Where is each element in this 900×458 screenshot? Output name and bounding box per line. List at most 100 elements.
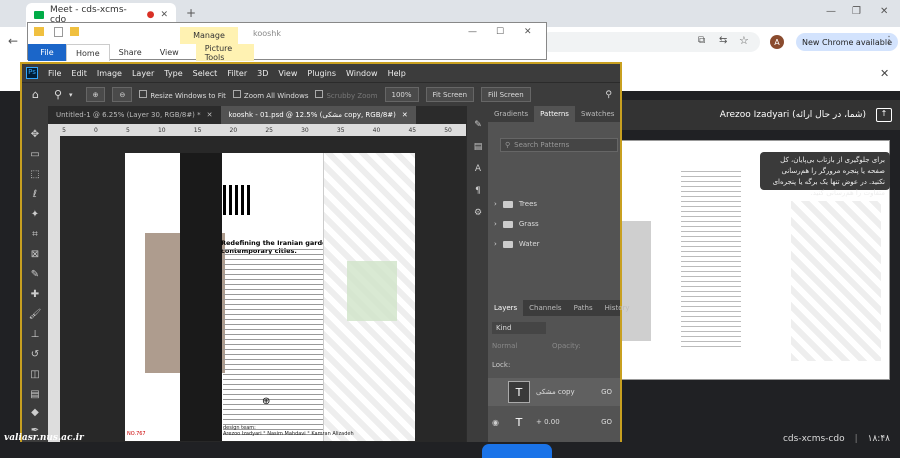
explorer-minimize-icon[interactable]: —	[468, 27, 477, 37]
healing-brush-icon[interactable]: ✚	[27, 288, 43, 302]
character-panel-icon[interactable]: A	[471, 164, 485, 178]
ribbon-tab-share[interactable]: Share	[110, 44, 151, 61]
explorer-ribbon-tabs: File Home Share View Picture Tools	[28, 44, 548, 62]
home-icon[interactable]: ⌂	[32, 88, 39, 101]
layer-row[interactable]: ◉ T + 0.00 GO	[488, 408, 620, 436]
pattern-search-input[interactable]: ⚲ Search Patterns	[500, 138, 618, 152]
manage-tab[interactable]: Manage	[180, 27, 238, 44]
zoom-all-label: Zoom All Windows	[243, 91, 309, 100]
more-menu-icon[interactable]: ⋮	[884, 35, 894, 46]
visibility-eye-icon[interactable]: ◉	[492, 418, 502, 427]
move-tool-icon[interactable]: ✥	[27, 128, 43, 142]
menu-edit[interactable]: Edit	[71, 69, 87, 78]
crop-tool-icon[interactable]: ⌗	[27, 228, 43, 242]
doc-tab-close-icon[interactable]: ✕	[207, 111, 213, 119]
eyedropper-icon[interactable]: ✎	[27, 268, 43, 282]
eraser-tool-icon[interactable]: ◫	[27, 368, 43, 382]
doc-tab-label: Untitled-1 @ 6.25% (Layer 30, RGB/8#) *	[56, 111, 201, 119]
properties-icon[interactable]	[54, 27, 63, 37]
menu-plugins[interactable]: Plugins	[307, 69, 336, 78]
search-icon[interactable]: ⚲	[605, 90, 612, 100]
back-icon[interactable]: ←	[8, 34, 18, 48]
new-folder-icon[interactable]	[70, 27, 79, 36]
scrubby-zoom-checkbox[interactable]: Scrubby Zoom	[315, 89, 378, 100]
resize-windows-checkbox[interactable]: Resize Windows to Fit	[139, 89, 226, 100]
frame-tool-icon[interactable]: ⊠	[27, 248, 43, 262]
zoom-value-field[interactable]: 100%	[384, 87, 419, 102]
layer-kind-filter[interactable]: Kind	[492, 322, 546, 334]
history-brush-icon[interactable]: ↺	[27, 348, 43, 362]
zoom-out-icon[interactable]: ⊖	[112, 87, 133, 102]
doc-tab-close-icon[interactable]: ✕	[402, 111, 408, 119]
pattern-folder-grass[interactable]: › Grass	[494, 216, 539, 232]
menu-window[interactable]: Window	[346, 69, 378, 78]
lasso-tool-icon[interactable]: ℓ	[27, 188, 43, 202]
zoom-in-icon[interactable]: ⊕	[85, 87, 106, 102]
open-in-window-icon[interactable]: ⧉	[698, 35, 705, 46]
menu-view[interactable]: View	[278, 69, 297, 78]
pattern-folder-water[interactable]: › Water	[494, 236, 540, 252]
tab-layers[interactable]: Layers	[488, 300, 524, 316]
properties-panel-icon[interactable]: ⚙	[471, 208, 485, 222]
tab-patterns[interactable]: Patterns	[534, 106, 575, 122]
tab-swatches[interactable]: Swatches	[575, 106, 620, 122]
explorer-maximize-icon[interactable]: ☐	[496, 27, 504, 37]
menu-type[interactable]: Type	[164, 69, 182, 78]
tab-history[interactable]: History	[599, 300, 636, 316]
fit-screen-button[interactable]: Fit Screen	[425, 87, 475, 102]
ribbon-tab-picture-tools[interactable]: Picture Tools	[195, 44, 254, 62]
bookmark-star-icon[interactable]: ☆	[739, 34, 749, 47]
paragraph-panel-icon[interactable]: ¶	[471, 186, 485, 200]
ribbon-tab-home[interactable]: Home	[66, 44, 110, 61]
menu-select[interactable]: Select	[193, 69, 218, 78]
tab-gradients[interactable]: Gradients	[488, 106, 534, 122]
fill-screen-button[interactable]: Fill Screen	[481, 87, 531, 102]
tab-paths[interactable]: Paths	[568, 300, 599, 316]
profile-avatar[interactable]: A	[770, 35, 784, 49]
menu-layer[interactable]: Layer	[132, 69, 154, 78]
garden-plan	[347, 261, 397, 321]
new-tab-icon[interactable]: +	[186, 6, 196, 20]
close-window-icon[interactable]: ✕	[880, 6, 888, 17]
menu-filter[interactable]: Filter	[227, 69, 247, 78]
doc-tab-kooshk[interactable]: kooshk - 01.psd @ 12.5% (مشکی copy, RGB/…	[220, 106, 416, 124]
blend-mode-select[interactable]: Normal	[492, 342, 517, 350]
brush-panel-icon[interactable]: ✎	[471, 120, 485, 134]
ribbon-tab-file[interactable]: File	[28, 44, 66, 61]
menu-help[interactable]: Help	[388, 69, 406, 78]
blur-tool-icon[interactable]: ◆	[27, 406, 43, 420]
tab-channels[interactable]: Channels	[523, 300, 567, 316]
stamp-tool-icon[interactable]: ⊥	[27, 328, 43, 342]
translate-icon[interactable]: ⇆	[719, 35, 727, 46]
meet-bottom-bar: cds-xcms-cdo | ۱۸:۴۸	[620, 420, 900, 458]
meet-notification-pill[interactable]	[482, 444, 552, 458]
ps-canvas[interactable]: Redefining the Iranian garden "kushk" in…	[60, 136, 466, 442]
minimize-icon[interactable]: —	[826, 6, 836, 17]
layer-row[interactable]: T مشکی copy GO	[488, 378, 620, 406]
vertical-ruler	[48, 136, 60, 442]
gradient-tool-icon[interactable]: ▤	[27, 388, 43, 402]
menu-image[interactable]: Image	[97, 69, 122, 78]
new-chrome-available-button[interactable]: New Chrome available	[796, 33, 899, 51]
magic-wand-icon[interactable]: ✦	[27, 208, 43, 222]
adjust-panel-icon[interactable]: ▤	[471, 142, 485, 156]
restore-icon[interactable]: ❐	[852, 6, 861, 17]
menu-file[interactable]: File	[48, 69, 61, 78]
tab-close-icon[interactable]: ✕	[160, 10, 168, 20]
pattern-folder-trees[interactable]: › Trees	[494, 196, 537, 212]
chevron-right-icon: ›	[494, 200, 497, 208]
scrubby-zoom-label: Scrubby Zoom	[326, 91, 378, 100]
ribbon-tab-view[interactable]: View	[151, 44, 188, 61]
menu-3d[interactable]: 3D	[257, 69, 268, 78]
artboard-tool-icon[interactable]: ▭	[27, 148, 43, 162]
present-screen-icon[interactable]: ↑	[876, 108, 892, 122]
doc-tab-untitled[interactable]: Untitled-1 @ 6.25% (Layer 30, RGB/8#) * …	[48, 106, 221, 124]
chevron-down-icon[interactable]: ▾	[69, 91, 73, 99]
marquee-tool-icon[interactable]: ⬚	[27, 168, 43, 182]
infobar-close-icon[interactable]: ✕	[880, 67, 889, 80]
explorer-close-icon[interactable]: ✕	[524, 27, 532, 37]
zoom-cursor-icon: ⊕	[262, 396, 271, 407]
meeting-time: ۱۸:۴۸	[867, 434, 890, 444]
zoom-all-checkbox[interactable]: Zoom All Windows	[232, 89, 309, 100]
brush-tool-icon[interactable]: 🖌	[27, 308, 43, 322]
